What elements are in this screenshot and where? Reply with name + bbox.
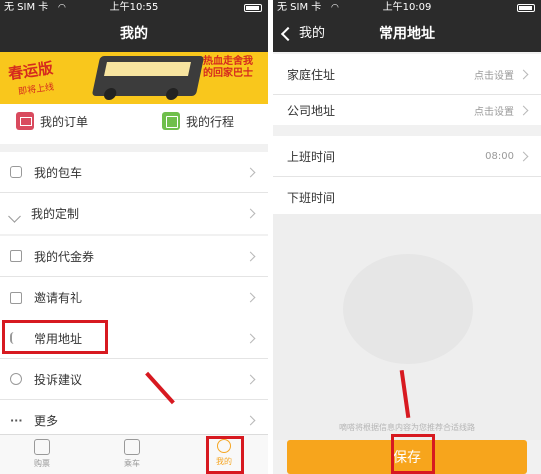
my-orders-label: 我的订单 bbox=[40, 114, 89, 129]
tab-label: 购票 bbox=[34, 459, 50, 468]
menu-item-label: 我的包车 bbox=[34, 165, 83, 180]
menu-item-coupons[interactable]: 我的代金券 bbox=[0, 236, 268, 277]
work-start-value: 08:00 bbox=[485, 150, 514, 162]
menu-group-1: 我的包车 我的定制 bbox=[0, 152, 268, 234]
chevron-right-icon bbox=[245, 333, 256, 343]
menu-item-label: 我的定制 bbox=[31, 207, 80, 221]
chevron-right-icon bbox=[245, 415, 256, 426]
my-orders-button[interactable]: 我的订单 bbox=[16, 112, 88, 130]
chevron-right-icon bbox=[518, 105, 529, 115]
recommendation-hint: 嘀嗒将根据信息内容为您推荐合适线路 bbox=[339, 423, 475, 432]
tab-tickets[interactable]: 购票 bbox=[22, 439, 62, 469]
ride-icon bbox=[124, 439, 140, 455]
profile-screen: 无 SIM 卡 ◠ 上午10:55 我的 春运版 即将上线 热血走舍我的回家巴士… bbox=[0, 0, 268, 474]
menu-group-2: 我的代金券 邀请有礼 bbox=[0, 236, 268, 318]
page-title: 常用地址 bbox=[379, 26, 435, 42]
chevron-right-icon bbox=[245, 374, 256, 384]
menu-item-charter[interactable]: 我的包车 bbox=[0, 152, 268, 193]
work-end-time-row[interactable]: 下班时间 bbox=[273, 177, 541, 218]
address-highlight-box bbox=[2, 320, 108, 354]
work-start-time-row[interactable]: 上班时间 08:00 bbox=[273, 136, 541, 177]
custom-route-icon bbox=[8, 209, 21, 223]
nav-bar: 我的 常用地址 bbox=[273, 16, 541, 52]
bus-illustration bbox=[91, 56, 205, 96]
my-trips-button[interactable]: 我的行程 bbox=[162, 112, 234, 130]
banner-subline: 即将上线 bbox=[17, 82, 55, 98]
my-trips-label: 我的行程 bbox=[186, 114, 235, 129]
menu-item-feedback[interactable]: 投诉建议 bbox=[0, 359, 268, 400]
status-time: 上午10:09 bbox=[382, 2, 432, 13]
home-address-label: 家庭住址 bbox=[287, 67, 336, 82]
chevron-right-icon bbox=[245, 167, 256, 177]
chevron-right-icon bbox=[245, 208, 256, 219]
more-icon: ··· bbox=[10, 413, 23, 427]
menu-item-custom[interactable]: 我的定制 bbox=[0, 193, 268, 234]
status-bar: 无 SIM 卡 ◠ 上午10:55 bbox=[0, 0, 268, 16]
bus-icon bbox=[10, 166, 22, 178]
tab-label: 乘车 bbox=[124, 459, 140, 468]
menu-item-label: 我的代金券 bbox=[34, 249, 95, 264]
work-address-value: 点击设置 bbox=[474, 106, 514, 118]
chevron-right-icon bbox=[518, 69, 529, 79]
home-address-row[interactable]: 家庭住址 点击设置 bbox=[273, 54, 541, 95]
status-time: 上午10:55 bbox=[109, 2, 159, 13]
coupon-icon bbox=[10, 250, 22, 262]
ticket-icon bbox=[34, 439, 50, 455]
menu-item-invite[interactable]: 邀请有礼 bbox=[0, 277, 268, 318]
work-address-label: 公司地址 bbox=[287, 103, 336, 118]
trip-icon bbox=[162, 112, 180, 130]
nav-bar: 我的 bbox=[0, 16, 268, 52]
order-icon bbox=[16, 112, 34, 130]
promo-banner[interactable]: 春运版 即将上线 热血走舍我的回家巴士 bbox=[0, 52, 268, 104]
tab-ride[interactable]: 乘车 bbox=[112, 439, 152, 469]
menu-item-label: 更多 bbox=[34, 414, 59, 428]
address-list: 家庭住址 点击设置 公司地址 点击设置 bbox=[273, 54, 541, 125]
chevron-right-icon bbox=[518, 151, 529, 161]
menu-item-label: 投诉建议 bbox=[34, 372, 83, 387]
work-start-label: 上班时间 bbox=[287, 149, 336, 164]
banner-slogan: 热血走舍我的回家巴士 bbox=[203, 56, 253, 79]
work-address-row[interactable]: 公司地址 点击设置 bbox=[273, 95, 541, 125]
commute-time-list: 上班时间 08:00 下班时间 bbox=[273, 136, 541, 218]
address-screen: 无 SIM 卡 ◠ 上午10:09 我的 常用地址 家庭住址 点击设置 公司地址… bbox=[273, 0, 541, 474]
save-highlight-box bbox=[391, 434, 435, 474]
battery-icon bbox=[517, 4, 535, 12]
battery-icon bbox=[244, 4, 262, 12]
feedback-icon bbox=[10, 373, 22, 385]
home-address-value: 点击设置 bbox=[474, 70, 514, 82]
chevron-right-icon bbox=[245, 251, 256, 261]
menu-item-label: 邀请有礼 bbox=[34, 291, 83, 305]
profile-tab-highlight-box bbox=[206, 436, 244, 474]
logo-watermark bbox=[343, 254, 473, 364]
page-title: 我的 bbox=[120, 26, 148, 42]
work-end-label: 下班时间 bbox=[287, 191, 336, 205]
chevron-right-icon bbox=[245, 292, 256, 303]
gift-icon bbox=[10, 291, 22, 304]
quick-links: 我的订单 我的行程 bbox=[0, 104, 268, 144]
status-bar: 无 SIM 卡 ◠ 上午10:09 bbox=[273, 0, 541, 16]
